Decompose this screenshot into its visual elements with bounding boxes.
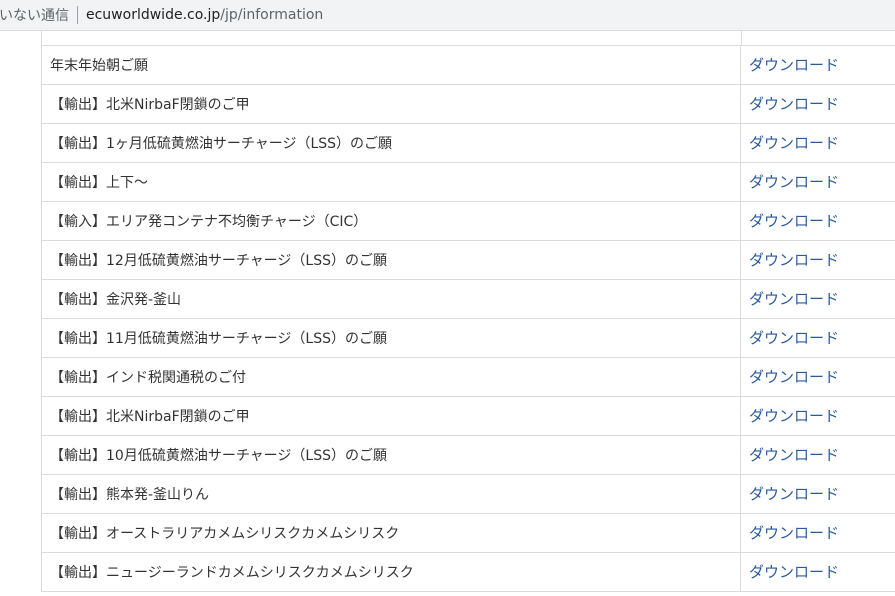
download-link[interactable]: ダウンロード xyxy=(741,358,839,396)
download-link[interactable]: ダウンロード xyxy=(741,163,839,201)
notice-title: 【輸出】11月低硫黄燃油サーチャージ（LSS）のご願 xyxy=(42,319,741,357)
column-divider xyxy=(741,31,742,45)
download-link[interactable]: ダウンロード xyxy=(741,553,839,591)
notice-title: 【輸出】金沢発-釜山 xyxy=(42,280,741,318)
download-link[interactable]: ダウンロード xyxy=(741,124,839,162)
notice-title: 【輸出】1ヶ月低硫黄燃油サーチャージ（LSS）のご願 xyxy=(42,124,741,162)
notice-title: 【輸出】北米NirbaF閉鎖のご甲 xyxy=(42,397,741,435)
table-row: 【輸出】10月低硫黄燃油サーチャージ（LSS）のご願 ダウンロード xyxy=(41,436,895,475)
table-row: 【輸出】北米NirbaF閉鎖のご甲 ダウンロード xyxy=(41,85,895,124)
notice-title: 【輸出】12月低硫黄燃油サーチャージ（LSS）のご願 xyxy=(42,241,741,279)
notice-title: 【輸出】ニュージーランドカメムシリスクカメムシリスク xyxy=(42,553,741,591)
table-row: 年末年始朝ご願 ダウンロード xyxy=(41,46,895,85)
url-path[interactable]: /jp/information xyxy=(220,7,323,23)
table-row: 【輸出】上下～ ダウンロード xyxy=(41,163,895,202)
notice-title: 【輸入】エリア発コンテナ不均衡チャージ（CIC） xyxy=(42,202,741,240)
download-link[interactable]: ダウンロード xyxy=(741,475,839,513)
download-link[interactable]: ダウンロード xyxy=(741,397,839,435)
download-link[interactable]: ダウンロード xyxy=(741,280,839,318)
download-link[interactable]: ダウンロード xyxy=(741,514,839,552)
table-row: 【輸出】11月低硫黄燃油サーチャージ（LSS）のご願 ダウンロード xyxy=(41,319,895,358)
table-row: 【輸出】12月低硫黄燃油サーチャージ（LSS）のご願 ダウンロード xyxy=(41,241,895,280)
notice-title: 【輸出】オーストラリアカメムシリスクカメムシリスク xyxy=(42,514,741,552)
download-link[interactable]: ダウンロード xyxy=(741,241,839,279)
notice-title: 年末年始朝ご願 xyxy=(42,46,741,84)
information-table: 年末年始朝ご願 ダウンロード 【輸出】北米NirbaF閉鎖のご甲 ダウンロード 【輸出】… xyxy=(41,31,895,592)
download-link[interactable]: ダウンロード xyxy=(741,436,839,474)
notice-title: 【輸出】上下～ xyxy=(42,163,741,201)
address-separator xyxy=(77,6,78,24)
url-host[interactable]: ecuworldwide.co.jp xyxy=(86,7,220,23)
table-body: 年末年始朝ご願 ダウンロード 【輸出】北米NirbaF閉鎖のご甲 ダウンロード 【輸出】… xyxy=(41,46,895,592)
table-row: 【輸出】オーストラリアカメムシリスクカメムシリスク ダウンロード xyxy=(41,514,895,553)
notice-title: 【輸出】インド税関通税のご付 xyxy=(42,358,741,396)
address-bar[interactable]: いない通信 ecuworldwide.co.jp/jp/information xyxy=(0,0,895,31)
download-link[interactable]: ダウンロード xyxy=(741,46,839,84)
security-status-label[interactable]: いない通信 xyxy=(0,5,69,25)
download-link[interactable]: ダウンロード xyxy=(741,319,839,357)
table-row: 【輸出】ニュージーランドカメムシリスクカメムシリスク ダウンロード xyxy=(41,553,895,592)
table-row: 【輸入】エリア発コンテナ不均衡チャージ（CIC） ダウンロード xyxy=(41,202,895,241)
table-row-top-partial xyxy=(41,31,895,46)
table-row: 【輸出】インド税関通税のご付 ダウンロード xyxy=(41,358,895,397)
download-link[interactable]: ダウンロード xyxy=(741,85,839,123)
table-row: 【輸出】熊本発-釜山りん ダウンロード xyxy=(41,475,895,514)
notice-title: 【輸出】北米NirbaF閉鎖のご甲 xyxy=(42,85,741,123)
download-link[interactable]: ダウンロード xyxy=(741,202,839,240)
notice-title: 【輸出】10月低硫黄燃油サーチャージ（LSS）のご願 xyxy=(42,436,741,474)
table-row: 【輸出】金沢発-釜山 ダウンロード xyxy=(41,280,895,319)
notice-title: 【輸出】熊本発-釜山りん xyxy=(42,475,741,513)
table-row: 【輸出】北米NirbaF閉鎖のご甲 ダウンロード xyxy=(41,397,895,436)
table-row: 【輸出】1ヶ月低硫黄燃油サーチャージ（LSS）のご願 ダウンロード xyxy=(41,124,895,163)
